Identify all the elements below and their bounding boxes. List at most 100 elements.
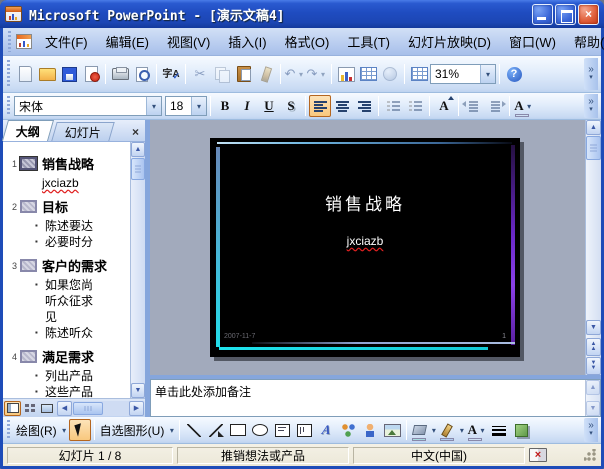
spelling-status-icon[interactable]: × — [529, 448, 547, 462]
increase-indent-button[interactable] — [484, 95, 506, 117]
tab-outline[interactable]: 大纲 — [2, 120, 54, 141]
toolbar-options-button[interactable]: »▾ — [584, 418, 598, 441]
language-indicator[interactable]: 中文(中国) — [353, 447, 525, 464]
align-left-button[interactable] — [309, 95, 331, 117]
menu-item-6[interactable]: 幻灯片放映(D) — [399, 28, 500, 55]
shadow-style-button[interactable] — [510, 419, 532, 441]
slide-subtitle-text[interactable]: jxciazb — [210, 234, 520, 248]
outline-slide-title[interactable]: 满足需求 — [42, 347, 94, 366]
pane-close-button[interactable]: × — [132, 125, 143, 141]
font-color-dropdown[interactable]: ▾ — [525, 102, 534, 111]
outline-slide-title[interactable]: 客户的需求 — [42, 256, 107, 275]
menu-item-3[interactable]: 插入(I) — [219, 28, 275, 55]
font-color-button[interactable]: A▾ — [466, 419, 488, 441]
insert-vertical-textbox-button[interactable] — [293, 419, 315, 441]
slide-show-button[interactable] — [38, 401, 55, 416]
font-size-dropdown-arrow[interactable]: ▾ — [191, 97, 206, 115]
line-color-button[interactable]: ▾ — [438, 419, 466, 441]
scroll-thumb[interactable] — [73, 402, 103, 415]
insert-diagram-button[interactable] — [337, 419, 359, 441]
bold-button[interactable]: B — [214, 95, 236, 117]
next-slide-button[interactable]: ▼▼ — [586, 357, 601, 375]
scroll-down-button[interactable]: ▼ — [586, 320, 601, 335]
bullet-list-button[interactable] — [404, 95, 426, 117]
outline-horizontal-scrollbar[interactable]: ◀ ▶ — [57, 401, 144, 416]
menu-item-7[interactable]: 窗口(W) — [500, 28, 565, 55]
permission-button[interactable] — [80, 63, 102, 85]
font-color-button[interactable]: A▾ — [513, 95, 535, 117]
toolbar-grip[interactable] — [6, 60, 11, 89]
slide-thumbnail-icon[interactable] — [20, 259, 37, 272]
scroll-up-button[interactable]: ▲ — [131, 142, 145, 157]
insert-picture-button[interactable] — [381, 419, 403, 441]
slide-thumbnail-icon[interactable] — [20, 350, 37, 363]
help-button[interactable]: ? — [503, 63, 525, 85]
spelling-button[interactable]: 字A✓ — [160, 63, 182, 85]
fill-color-button[interactable]: ▾ — [410, 419, 438, 441]
italic-button[interactable]: I — [236, 95, 258, 117]
select-objects-button[interactable] — [69, 419, 91, 441]
slide-sorter-view-button[interactable] — [21, 401, 38, 416]
underline-button[interactable]: U — [258, 95, 280, 117]
align-center-button[interactable] — [331, 95, 353, 117]
insert-textbox-button[interactable] — [271, 419, 293, 441]
outline-text[interactable]: 这些产品 — [35, 384, 130, 398]
insert-chart-button[interactable] — [335, 63, 357, 85]
outline-text[interactable]: 如果您尚 听众征求 见 — [35, 277, 130, 325]
scroll-thumb[interactable] — [586, 136, 601, 160]
scroll-up-button[interactable]: ▲ — [586, 120, 601, 135]
font-color-dropdown[interactable]: ▾ — [478, 426, 487, 435]
undo-dropdown[interactable]: ▾ — [296, 70, 305, 79]
text-shadow-button[interactable]: S — [280, 95, 302, 117]
scroll-down-button[interactable]: ▼ — [586, 401, 600, 416]
show-grid-button[interactable] — [408, 63, 430, 85]
insert-oval-button[interactable] — [249, 419, 271, 441]
notes-pane[interactable]: 单击此处添加备注 ▲ ▼ — [150, 379, 601, 417]
scroll-left-button[interactable]: ◀ — [57, 401, 72, 416]
insert-arrow-button[interactable] — [205, 419, 227, 441]
menu-item-8[interactable]: 帮助(H) — [565, 28, 604, 55]
outline-scrollbar[interactable]: ▲ ▼ — [130, 142, 145, 398]
slide-thumbnail-icon[interactable] — [20, 200, 37, 213]
save-button[interactable] — [58, 63, 80, 85]
toolbar-grip[interactable] — [6, 96, 11, 117]
tab-slides[interactable]: 幻灯片 — [51, 122, 114, 141]
line-color-dropdown[interactable]: ▾ — [457, 426, 466, 435]
previous-slide-button[interactable]: ▲▲ — [586, 338, 601, 356]
numbered-list-button[interactable] — [382, 95, 404, 117]
zoom-combo[interactable]: 31% ▾ — [430, 64, 496, 84]
align-right-button[interactable] — [353, 95, 375, 117]
menu-item-5[interactable]: 工具(T) — [338, 28, 399, 55]
print-preview-button[interactable] — [131, 63, 153, 85]
toolbar-grip[interactable] — [6, 420, 11, 441]
format-painter-button[interactable] — [255, 63, 277, 85]
cut-button[interactable]: ✂ — [189, 63, 211, 85]
menu-item-4[interactable]: 格式(O) — [276, 28, 339, 55]
slide-editor-area[interactable]: 销售战略 jxciazb 2007-11-7 1 ▲ ▼ ▲▲ ▼▼ — [150, 120, 601, 375]
decrease-indent-button[interactable] — [462, 95, 484, 117]
document-icon[interactable] — [16, 34, 32, 49]
paste-button[interactable] — [233, 63, 255, 85]
menu-item-0[interactable]: 文件(F) — [36, 28, 97, 55]
normal-view-button[interactable] — [4, 401, 21, 416]
redo-button[interactable]: ↷▾ — [306, 63, 328, 85]
insert-rectangle-button[interactable] — [227, 419, 249, 441]
autoshapes-menu-button[interactable]: 自选图形(U)▾ — [98, 419, 177, 441]
scroll-up-button[interactable]: ▲ — [586, 380, 600, 395]
zoom-dropdown-arrow[interactable]: ▾ — [480, 65, 495, 83]
slide-title-text[interactable]: 销售战略 — [210, 190, 520, 215]
copy-button[interactable] — [211, 63, 233, 85]
outline-slide-title[interactable]: 目标 — [42, 197, 68, 216]
outline-text[interactable]: jxciazb — [42, 175, 130, 191]
toolbar-options-button[interactable]: »▾ — [584, 94, 598, 117]
outline-slide-title[interactable]: 销售战略 — [42, 154, 94, 173]
line-style-button[interactable] — [488, 419, 510, 441]
scroll-right-button[interactable]: ▶ — [129, 401, 144, 416]
font-name-combo[interactable]: 宋体 ▾ — [14, 96, 162, 116]
insert-wordart-button[interactable]: A — [315, 419, 337, 441]
fill-color-dropdown[interactable]: ▾ — [429, 426, 438, 435]
insert-line-button[interactable] — [183, 419, 205, 441]
restore-button[interactable] — [555, 4, 576, 25]
slide-thumbnail-icon[interactable] — [20, 157, 37, 170]
undo-button[interactable]: ↶▾ — [284, 63, 306, 85]
